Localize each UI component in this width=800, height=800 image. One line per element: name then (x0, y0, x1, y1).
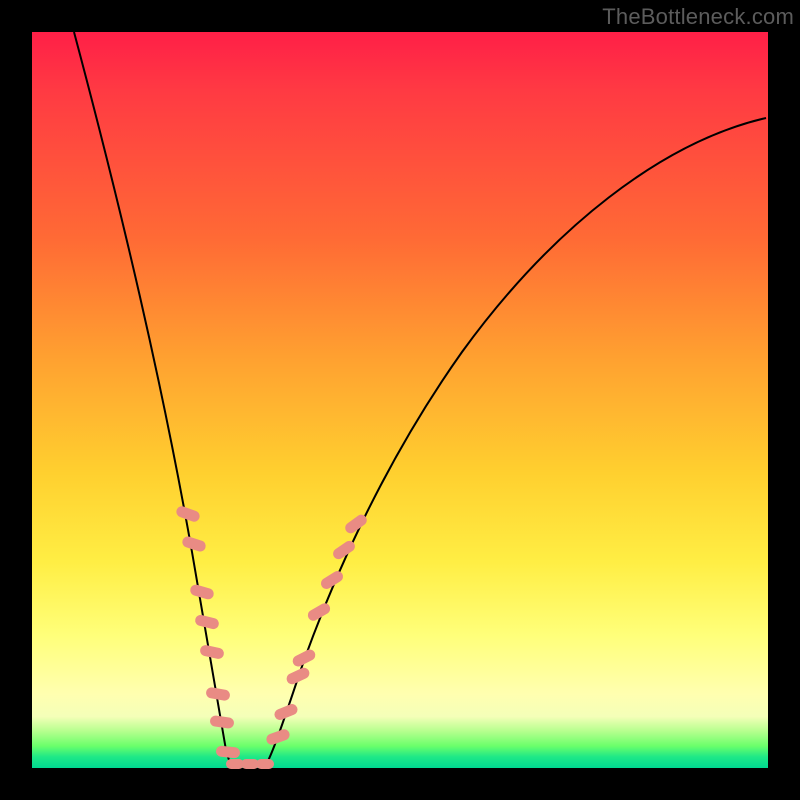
marker-bead (194, 614, 220, 630)
marker-bead (291, 648, 317, 669)
marker-bead (285, 666, 311, 686)
marker-bead (205, 686, 231, 701)
marker-bead (175, 505, 201, 524)
marker-bead (199, 644, 225, 660)
curve-left-arm (74, 32, 236, 768)
curve-right-arm (264, 118, 766, 768)
curve-layer (32, 32, 768, 768)
marker-bead (256, 759, 274, 769)
marker-bead (273, 702, 299, 721)
marker-bead (215, 745, 240, 758)
outer-frame: TheBottleneck.com (0, 0, 800, 800)
marker-bead (265, 728, 291, 747)
bead-layer (175, 505, 369, 769)
marker-bead (209, 715, 234, 729)
marker-bead (181, 535, 207, 553)
watermark-text: TheBottleneck.com (602, 4, 794, 30)
marker-bead (189, 583, 215, 600)
